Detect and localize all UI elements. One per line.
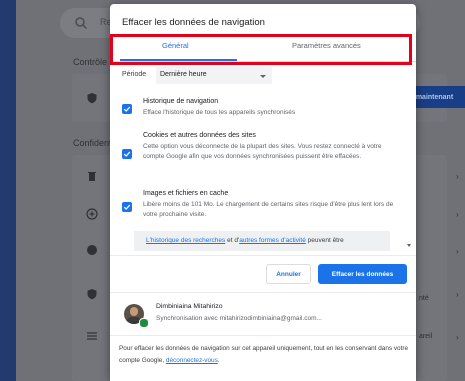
background-right-text-1: nté <box>419 295 429 302</box>
chevron-right-icon: › <box>456 210 459 219</box>
option-title: Images et fichiers en cache <box>143 190 229 197</box>
info-end-text: peuvent être <box>305 237 344 244</box>
cached-images-checkbox[interactable] <box>122 202 132 212</box>
account-sync-status: Synchronisation avec mitahirizodimbiniai… <box>156 315 322 322</box>
footer-note: Pour effacer les données de navigation s… <box>119 343 409 367</box>
footer-divider <box>110 335 416 336</box>
background-right-text-2: areil <box>419 333 433 340</box>
chevron-right-icon: › <box>456 172 459 181</box>
add-circle-icon <box>86 208 98 220</box>
tune-icon <box>87 332 97 340</box>
browsing-history-checkbox[interactable] <box>122 104 132 114</box>
shield-icon <box>87 93 97 104</box>
option-description: Libère moins de 101 Mo. Le chargement de… <box>143 201 394 218</box>
search-icon <box>75 17 88 30</box>
dropdown-arrow-icon <box>260 75 266 78</box>
option-description: Cette option vous déconnecte de la plupa… <box>143 143 382 160</box>
background-section-control: Contrôle <box>73 57 108 67</box>
option-title: Cookies et autres données des sites <box>143 132 256 139</box>
dialog-title: Effacer les données de navigation <box>122 17 265 28</box>
scroll-down-arrow-icon[interactable] <box>407 244 411 247</box>
background-section-confidentiality: Confident <box>73 138 112 148</box>
chevron-right-icon: › <box>456 290 459 299</box>
clear-browsing-data-dialog: Effacer les données de navigation Généra… <box>110 4 416 381</box>
actions-divider <box>110 255 416 256</box>
search-history-info-text: L'historique des recherches et d'autres … <box>146 237 344 244</box>
checkmark-icon <box>123 151 131 157</box>
footer-text: Pour effacer les données de navigation s… <box>119 345 409 364</box>
chevron-right-icon: › <box>456 333 459 342</box>
cancel-button[interactable]: Annuler <box>266 264 311 284</box>
option-description: Efface l'historique de tous les appareil… <box>143 109 296 116</box>
period-select-value: Dernière heure <box>160 71 207 78</box>
period-label: Période <box>122 71 147 78</box>
cookie-icon <box>87 245 97 255</box>
cookies-checkbox[interactable] <box>122 149 132 159</box>
search-history-info: L'historique des recherches et d'autres … <box>134 231 390 251</box>
option-title: Historique de navigation <box>143 98 219 105</box>
checkmark-icon <box>123 204 131 210</box>
chevron-right-icon: › <box>456 247 459 256</box>
account-divider <box>110 292 416 293</box>
info-middle-text: et d' <box>225 237 240 244</box>
sign-out-link[interactable]: déconnectez-vous <box>166 357 218 364</box>
period-select[interactable]: Dernière heure <box>156 67 272 84</box>
sync-status-icon <box>139 318 149 328</box>
avatar-face <box>130 307 138 316</box>
clear-data-button[interactable]: Effacer les données <box>318 264 407 284</box>
search-history-link[interactable]: L'historique des recherches <box>146 237 225 244</box>
account-name: Dimbiniaina Mitahirizo <box>156 303 223 310</box>
checkmark-icon <box>123 106 131 112</box>
shield-icon <box>87 289 97 300</box>
other-activity-link[interactable]: autres formes d'activité <box>239 237 306 244</box>
footer-end: . <box>217 357 220 364</box>
tabs-highlight-annotation <box>110 34 412 65</box>
trash-icon <box>88 172 96 181</box>
